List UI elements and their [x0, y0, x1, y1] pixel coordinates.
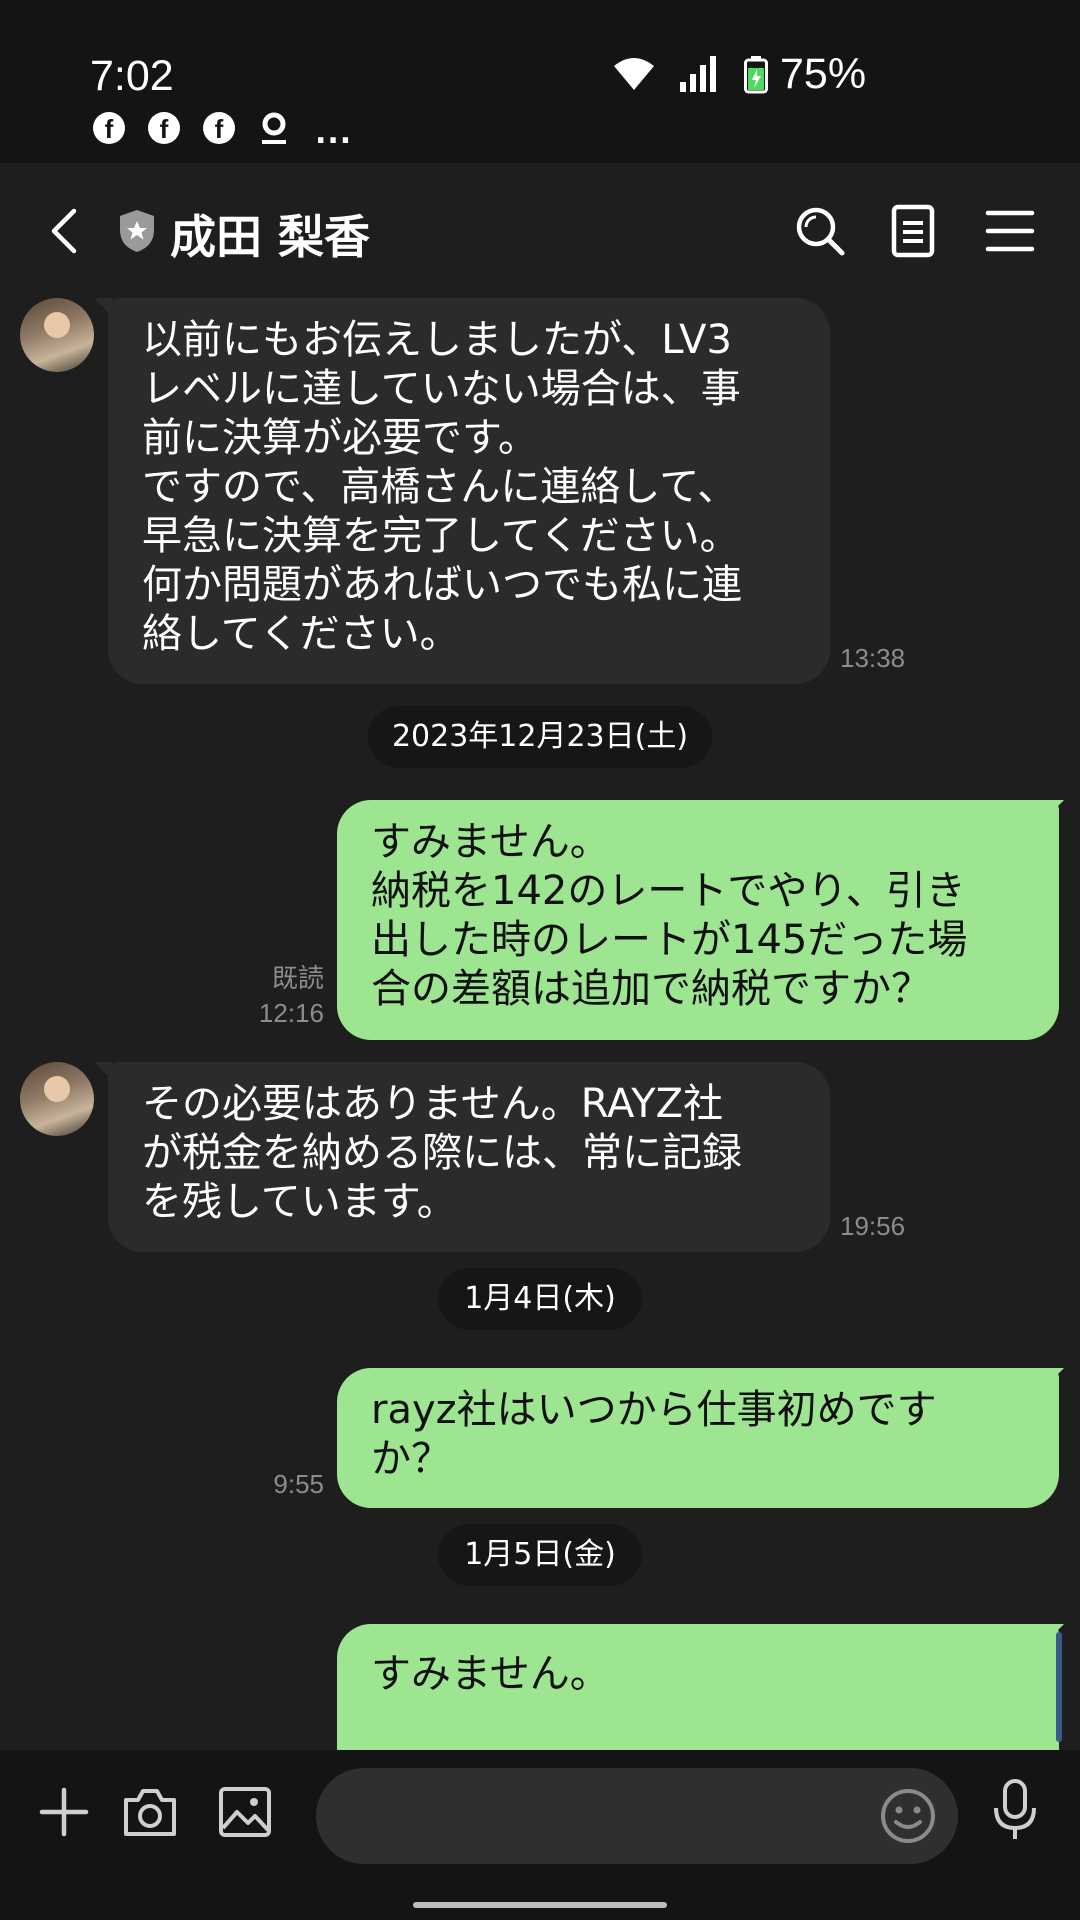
facebook-icon: f [203, 112, 235, 144]
date-separator: 2023年12月23日(土) [368, 706, 712, 768]
wifi-icon [614, 58, 654, 90]
chat-area[interactable]: 以前にもお伝えしましたが、LV3 レベルに達していない場合は、事 前に決算が必要… [0, 298, 1080, 1750]
app-icon [262, 112, 286, 144]
battery-percent: 75% [780, 50, 867, 98]
date-separator: 1月5日(金) [438, 1524, 642, 1586]
status-bar: 7:02 f f f ... 75% [0, 0, 1080, 163]
message-time: 12:16 [258, 998, 324, 1028]
date-separator: 1月4日(木) [438, 1268, 642, 1330]
outgoing-message[interactable]: すみません。 納税を142のレートでやり、引き 出した時のレートが145だった場… [337, 800, 1059, 1040]
home-indicator[interactable] [413, 1902, 667, 1908]
outgoing-message[interactable]: rayz社はいつから仕事初めです か？ [337, 1368, 1059, 1508]
signal-icon [680, 56, 716, 92]
outgoing-message[interactable]: すみません。 [337, 1624, 1059, 1750]
menu-icon[interactable] [982, 203, 1038, 259]
scrollbar[interactable] [1056, 1632, 1062, 1742]
facebook-icon: f [148, 112, 180, 144]
message-time: 19:56 [840, 1211, 906, 1241]
incoming-message[interactable]: その必要はありません。RAYZ社 が税金を納める際には、常に記録 を残しています… [108, 1062, 830, 1252]
avatar[interactable] [20, 1062, 94, 1136]
facebook-icon: f [93, 112, 125, 144]
status-time: 7:02 [90, 52, 174, 100]
search-icon[interactable] [792, 203, 848, 259]
input-bar [0, 1750, 1080, 1920]
chat-header: 成田 梨香 [0, 163, 1080, 298]
contact-name[interactable]: 成田 梨香 [170, 201, 370, 267]
battery-icon [744, 56, 768, 94]
plus-icon[interactable] [38, 1786, 90, 1838]
shield-icon [120, 210, 154, 252]
incoming-message[interactable]: 以前にもお伝えしましたが、LV3 レベルに達していない場合は、事 前に決算が必要… [108, 298, 830, 684]
back-icon[interactable] [40, 205, 90, 257]
more-notifications: ... [315, 116, 353, 151]
avatar[interactable] [20, 298, 94, 372]
message-input[interactable] [316, 1768, 958, 1864]
camera-icon[interactable] [122, 1786, 178, 1838]
image-icon[interactable] [218, 1786, 272, 1838]
microphone-icon[interactable] [990, 1778, 1040, 1842]
read-receipt: 既読 [271, 963, 324, 993]
emoji-icon[interactable] [878, 1786, 938, 1846]
message-time: 9:55 [273, 1469, 324, 1499]
notes-icon[interactable] [886, 203, 942, 259]
message-time: 13:38 [840, 643, 906, 673]
